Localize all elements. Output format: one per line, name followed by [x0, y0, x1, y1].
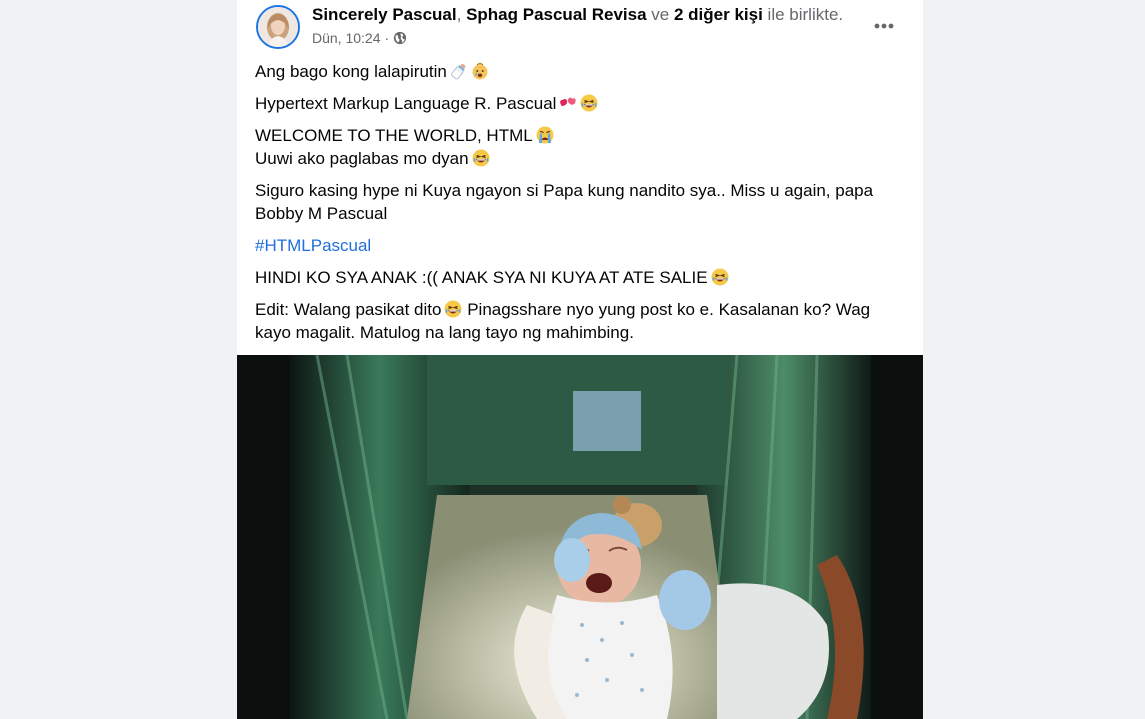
more-options-icon[interactable] [868, 10, 900, 42]
author-connector: ve [651, 5, 670, 24]
hearts-emoji [559, 94, 577, 112]
paragraph-text: Edit: Walang pasikat dito [255, 300, 442, 319]
post-card: Sincerely Pascual, Sphag Pascual Revisa … [237, 0, 923, 719]
post-paragraph: Hypertext Markup Language R. Pascual [255, 92, 905, 115]
globe-icon[interactable] [393, 31, 407, 45]
meta-dot: · [384, 30, 390, 46]
paragraph-text: HINDI KO SYA ANAK :(( ANAK SYA NI KUYA A… [255, 268, 708, 287]
hashtag-link[interactable]: #HTMLPascual [255, 236, 371, 255]
author-avatar[interactable] [256, 5, 300, 49]
author-suffix: ile birlikte. [767, 5, 844, 24]
paragraph-text: Ang bago kong lalapirutin [255, 62, 447, 81]
post-paragraph: HINDI KO SYA ANAK :(( ANAK SYA NI KUYA A… [255, 266, 905, 289]
post-meta: Dün, 10:24 · [312, 30, 407, 46]
crying-face-emoji [536, 126, 554, 144]
laughing-emoji [444, 300, 462, 318]
paragraph-text: Hypertext Markup Language R. Pascual [255, 94, 557, 113]
post-header: Sincerely Pascual, Sphag Pascual Revisa … [237, 0, 923, 56]
avatar-photo [258, 7, 298, 47]
baby-bottle-emoji [450, 62, 468, 80]
crying-baby-emoji [471, 62, 489, 80]
paragraph-text: Siguro kasing hype ni Kuya ngayon si Pap… [255, 181, 874, 223]
paragraph-line: Uuwi ako paglabas mo dyan [255, 149, 469, 168]
others-link[interactable]: 2 diğer kişi [674, 5, 763, 24]
author-line: Sincerely Pascual, Sphag Pascual Revisa … [312, 5, 843, 25]
laughing-emoji [711, 268, 729, 286]
post-paragraph: #HTMLPascual [255, 234, 905, 257]
paragraph-line: WELCOME TO THE WORLD, HTML [255, 126, 533, 145]
post-paragraph: WELCOME TO THE WORLD, HTML Uuwi ako pagl… [255, 124, 905, 170]
tagged-person-link[interactable]: Sphag Pascual Revisa [466, 5, 646, 24]
laughing-emoji [580, 94, 598, 112]
post-text: Ang bago kong lalapirutin Hypertext Mark… [255, 60, 905, 353]
author-separator: , [456, 5, 462, 24]
author-name-link[interactable]: Sincerely Pascual [312, 5, 457, 24]
post-photo[interactable] [237, 355, 923, 719]
newborn-baby-photo [237, 355, 923, 719]
post-timestamp[interactable]: Dün, 10:24 [312, 30, 381, 46]
laughing-emoji [472, 149, 490, 167]
post-paragraph: Siguro kasing hype ni Kuya ngayon si Pap… [255, 179, 905, 225]
post-paragraph: Ang bago kong lalapirutin [255, 60, 905, 83]
post-paragraph: Edit: Walang pasikat dito Pinagsshare ny… [255, 298, 905, 344]
